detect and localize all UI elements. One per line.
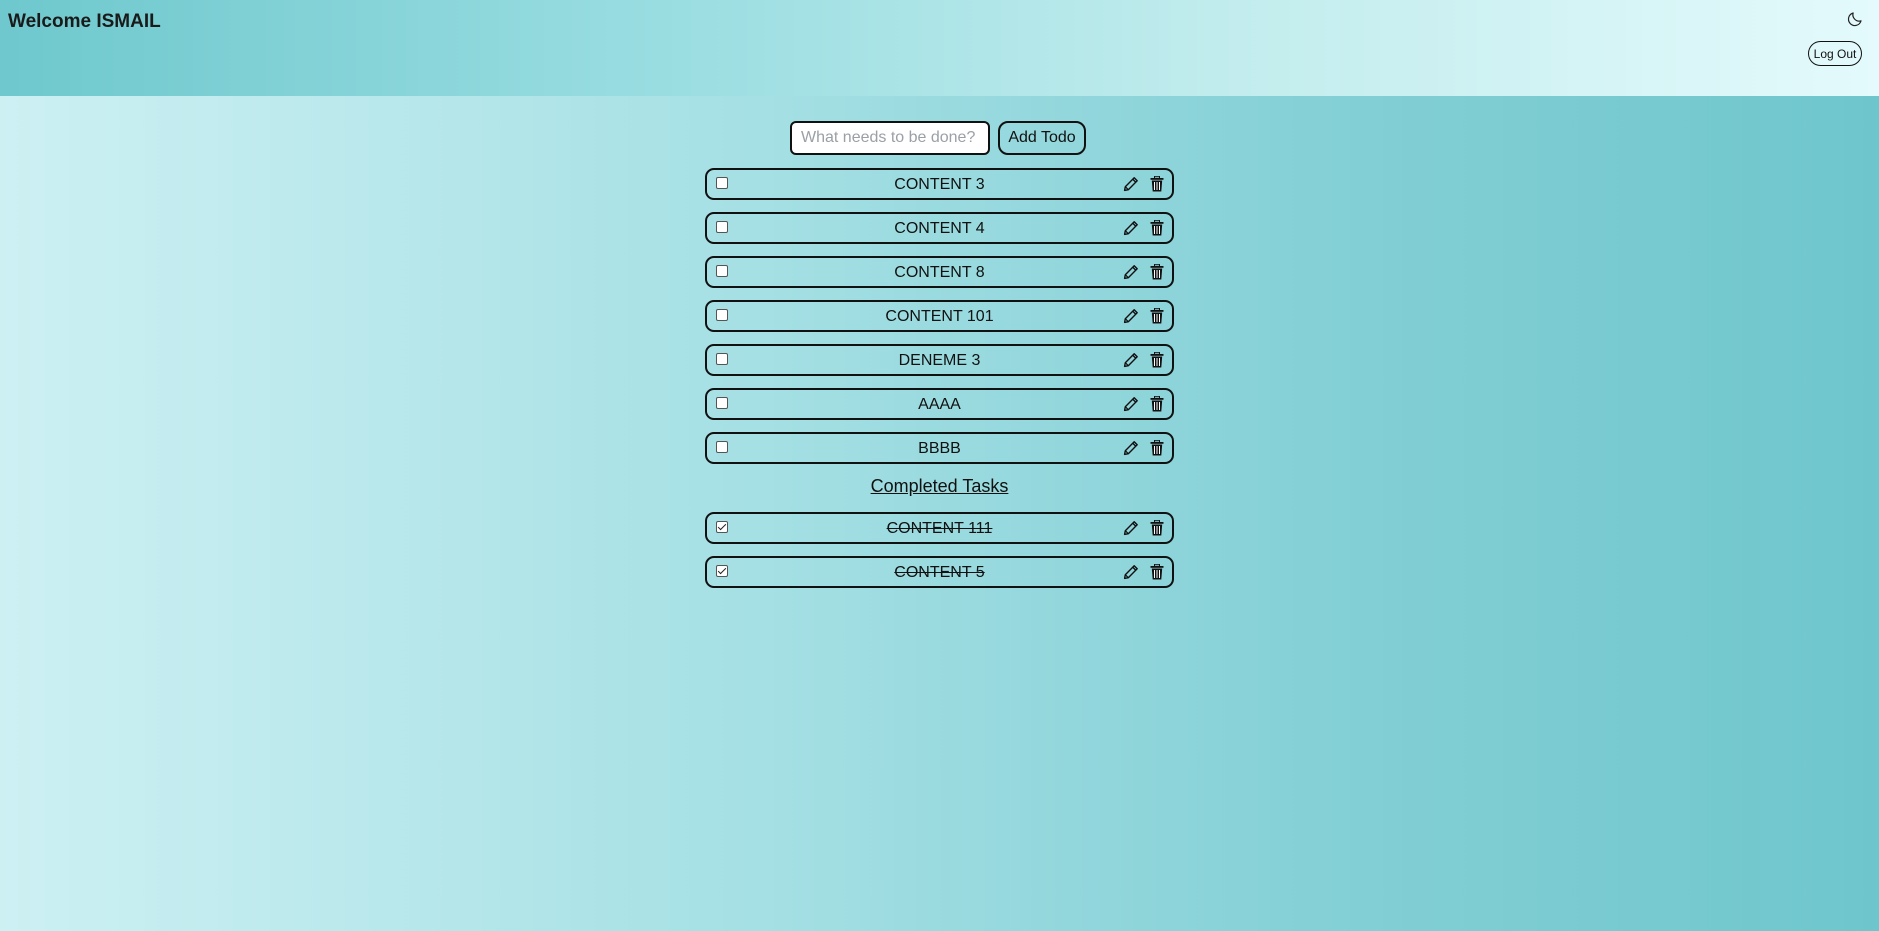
todo-input[interactable] — [790, 121, 990, 155]
todo-text: BBBB — [918, 440, 961, 457]
todo-text: CONTENT 111 — [886, 520, 993, 537]
todo-checkbox[interactable] — [716, 565, 728, 577]
trash-icon[interactable] — [1150, 219, 1164, 236]
todo-item: DENEME 3 — [705, 344, 1174, 376]
todo-item: BBBB — [705, 432, 1174, 464]
todo-item: CONTENT 111 — [705, 512, 1174, 544]
todo-text: CONTENT 3 — [894, 176, 985, 193]
trash-icon[interactable] — [1150, 395, 1164, 412]
pending-todo-list: CONTENT 3 CONTENT 4 CONTENT 8 CONTENT 101 DE… — [705, 168, 1174, 476]
welcome-title: Welcome ISMAIL — [8, 11, 161, 32]
todo-item: CONTENT 3 — [705, 168, 1174, 200]
pencil-icon[interactable] — [1123, 564, 1139, 580]
todo-checkbox[interactable] — [716, 397, 728, 409]
todo-item: CONTENT 4 — [705, 212, 1174, 244]
pencil-icon[interactable] — [1123, 440, 1139, 456]
header-bar: Welcome ISMAIL Log Out — [0, 0, 1879, 96]
todo-item: CONTENT 8 — [705, 256, 1174, 288]
pencil-icon[interactable] — [1123, 220, 1139, 236]
pencil-icon[interactable] — [1123, 264, 1139, 280]
pencil-icon[interactable] — [1123, 352, 1139, 368]
todo-checkbox[interactable] — [716, 441, 728, 453]
pencil-icon[interactable] — [1123, 520, 1139, 536]
todo-item: CONTENT 101 — [705, 300, 1174, 332]
todo-text: AAAA — [918, 396, 961, 413]
todo-checkbox[interactable] — [716, 309, 728, 321]
logout-button[interactable]: Log Out — [1808, 41, 1862, 66]
pencil-icon[interactable] — [1123, 308, 1139, 324]
todo-item: AAAA — [705, 388, 1174, 420]
trash-icon[interactable] — [1150, 263, 1164, 280]
todo-checkbox[interactable] — [716, 177, 728, 189]
todo-text: CONTENT 8 — [894, 264, 985, 281]
todo-checkbox[interactable] — [716, 221, 728, 233]
todo-text: CONTENT 5 — [894, 564, 985, 581]
todo-checkbox[interactable] — [716, 353, 728, 365]
trash-icon[interactable] — [1150, 519, 1164, 536]
trash-icon[interactable] — [1150, 307, 1164, 324]
todo-text: CONTENT 4 — [894, 220, 985, 237]
completed-tasks-heading: Completed Tasks — [870, 476, 1009, 496]
trash-icon[interactable] — [1150, 175, 1164, 192]
todo-text: CONTENT 101 — [885, 308, 994, 325]
moon-icon[interactable] — [1846, 10, 1864, 28]
todo-checkbox[interactable] — [716, 521, 728, 533]
pencil-icon[interactable] — [1123, 176, 1139, 192]
pencil-icon[interactable] — [1123, 396, 1139, 412]
add-todo-button[interactable]: Add Todo — [998, 121, 1086, 155]
todo-checkbox[interactable] — [716, 265, 728, 277]
completed-todo-list: CONTENT 111 CONTENT 5 — [705, 512, 1174, 600]
trash-icon[interactable] — [1150, 351, 1164, 368]
todo-item: CONTENT 5 — [705, 556, 1174, 588]
add-todo-form: Add Todo — [790, 121, 1086, 155]
trash-icon[interactable] — [1150, 439, 1164, 456]
todo-text: DENEME 3 — [898, 352, 981, 369]
trash-icon[interactable] — [1150, 563, 1164, 580]
